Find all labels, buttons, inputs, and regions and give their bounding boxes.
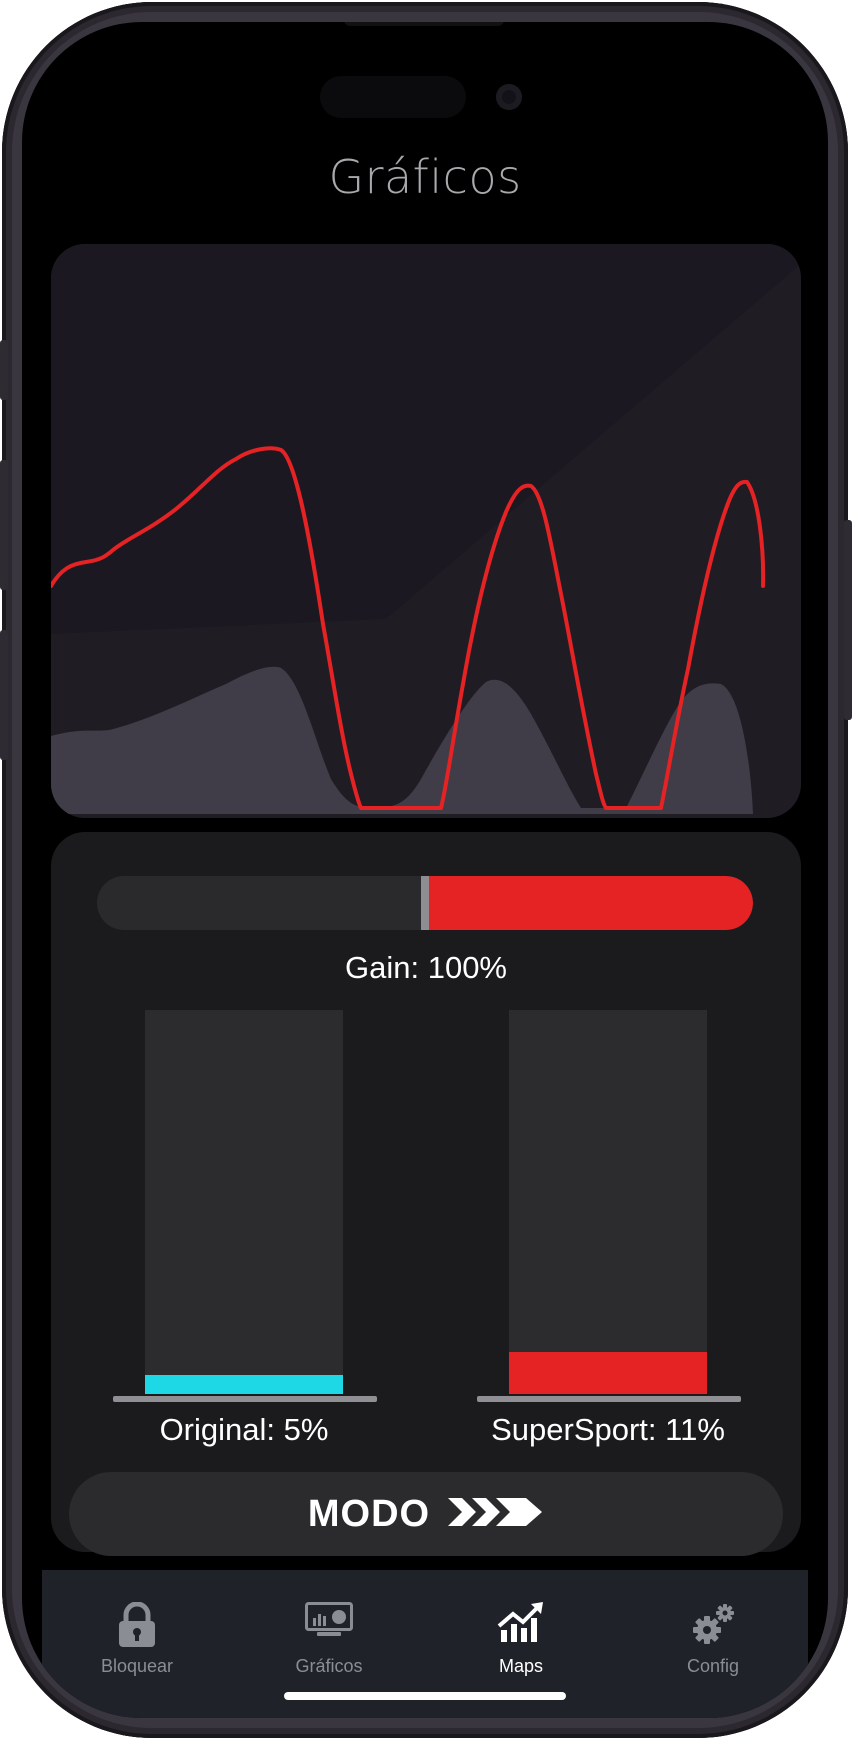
gain-slider-fill — [425, 876, 753, 930]
page-title: Gráficos — [328, 150, 522, 204]
tab-label: Config — [686, 1656, 740, 1676]
side-button-right — [844, 520, 852, 720]
side-button-left-3 — [0, 630, 8, 760]
chart-card — [51, 244, 801, 818]
dynamic-island — [320, 76, 466, 118]
tab-graficos[interactable]: Gráficos — [234, 1570, 424, 1690]
triple-chevron-right-icon — [448, 1496, 544, 1533]
tab-bloquear[interactable]: Bloquear — [42, 1570, 232, 1690]
side-button-left-1 — [0, 340, 8, 400]
chart-panel-icon — [305, 1602, 353, 1643]
supersport-label: SuperSport: 11% — [491, 1412, 725, 1447]
trend-up-icon — [497, 1602, 545, 1649]
tab-label: Bloquear — [100, 1656, 174, 1676]
mode-button-label: MODO — [307, 1492, 431, 1535]
original-baseline — [113, 1396, 377, 1402]
camera-icon — [496, 84, 522, 110]
original-area — [51, 666, 753, 814]
tab-label: Gráficos — [295, 1656, 363, 1676]
supersport-bar — [509, 1010, 707, 1394]
background-facet — [51, 244, 801, 634]
tab-maps[interactable]: Maps — [426, 1570, 616, 1690]
side-button-left-2 — [0, 460, 8, 590]
home-indicator — [284, 1692, 566, 1700]
gears-icon — [689, 1602, 737, 1651]
gain-label: Gain: 100% — [345, 950, 507, 985]
top-notch — [344, 22, 504, 26]
mode-button[interactable]: MODO — [69, 1472, 783, 1556]
gain-slider[interactable] — [97, 876, 753, 930]
tab-config[interactable]: Config — [618, 1570, 808, 1690]
screen: Gráficos Gain: 100% Original: 5% SuperSp… — [22, 22, 828, 1718]
supersport-baseline — [477, 1396, 741, 1402]
supersport-bar-fill — [509, 1352, 707, 1394]
waveform-chart — [51, 244, 801, 814]
original-bar-fill — [145, 1375, 343, 1394]
original-label: Original: 5% — [159, 1412, 329, 1447]
original-bar — [145, 1010, 343, 1394]
gain-slider-thumb[interactable] — [421, 876, 429, 930]
tab-label: Maps — [498, 1656, 543, 1676]
control-card: Gain: 100% Original: 5% SuperSport: 11% … — [51, 832, 801, 1556]
lock-icon — [117, 1601, 157, 1653]
